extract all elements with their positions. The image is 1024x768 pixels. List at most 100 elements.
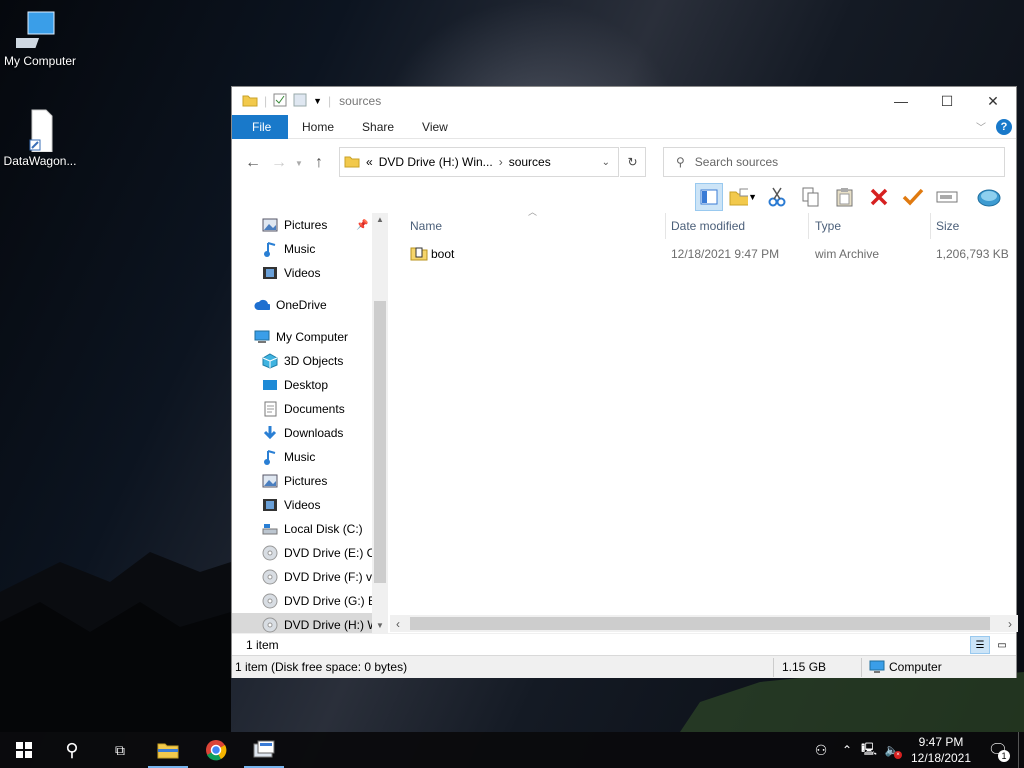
clock[interactable]: 9:47 PM 12/18/2021 bbox=[904, 734, 978, 766]
chevron-up-icon[interactable]: ⌃ bbox=[836, 743, 858, 757]
nav-item-my-computer[interactable]: My Computer bbox=[232, 325, 372, 349]
tab-share[interactable]: Share bbox=[348, 115, 408, 139]
tab-view[interactable]: View bbox=[408, 115, 462, 139]
task-view-icon: ⧉ bbox=[115, 741, 125, 758]
rename-icon[interactable] bbox=[933, 183, 961, 211]
nav-item-label: Pictures bbox=[284, 218, 328, 232]
pin-icon[interactable]: 📌 bbox=[356, 220, 368, 231]
forward-button[interactable]: → bbox=[266, 154, 292, 172]
column-header-size[interactable]: Size bbox=[930, 213, 1010, 239]
action-center-button[interactable]: 🗨 1 bbox=[978, 732, 1018, 768]
nav-item-local-disk-c[interactable]: Local Disk (C:) bbox=[232, 517, 372, 541]
volume-muted-icon[interactable]: 🔈 × bbox=[880, 743, 904, 759]
chevron-down-icon[interactable]: ﹀ bbox=[976, 119, 986, 134]
close-button[interactable]: ✕ bbox=[970, 87, 1016, 115]
nav-item-dvd-drive-g-ea[interactable]: DVD Drive (G:) Ea bbox=[232, 589, 372, 613]
taskbar: ⚲ ⧉ ⚇ ⌃ 🖳 🔈 × 9:47 PM 12/18/2021 🗨 1 bbox=[0, 732, 1024, 768]
system-tray: ⚇ ⌃ 🖳 🔈 × 9:47 PM 12/18/2021 🗨 1 bbox=[806, 732, 1024, 768]
delete-icon[interactable] bbox=[865, 183, 893, 211]
chevron-right-icon[interactable]: › bbox=[499, 155, 503, 169]
refresh-button[interactable]: ↻ bbox=[620, 147, 646, 177]
item-count-bar: 1 item ☰ ▭ bbox=[232, 633, 1016, 655]
horizontal-scrollbar-thumb[interactable] bbox=[410, 617, 990, 630]
scroll-down-icon[interactable]: ▼ bbox=[376, 621, 384, 630]
large-icons-view-button[interactable]: ▭ bbox=[992, 636, 1012, 654]
status-bar: 1 item (Disk free space: 0 bytes) 1.15 G… bbox=[232, 655, 1016, 678]
file-size: 1,206,793 KB bbox=[936, 247, 1009, 261]
help-icon[interactable]: ? bbox=[996, 118, 1012, 135]
divider bbox=[773, 658, 774, 677]
nav-item-3d-objects[interactable]: 3D Objects bbox=[232, 349, 372, 373]
nav-item-pictures[interactable]: Pictures 📌 bbox=[232, 213, 372, 237]
caption-buttons: — ☐ ✕ bbox=[878, 87, 1016, 115]
task-view-button[interactable]: ⧉ bbox=[96, 732, 144, 768]
file-explorer-taskbar-button[interactable] bbox=[144, 732, 192, 768]
nav-item-onedrive[interactable]: OneDrive bbox=[232, 293, 372, 317]
nav-item-dvd-drive-f-vi[interactable]: DVD Drive (F:) vi bbox=[232, 565, 372, 589]
scroll-right-icon[interactable]: › bbox=[1008, 617, 1012, 631]
desktop-icon-my-computer[interactable]: My Computer bbox=[0, 8, 80, 68]
nav-scrollbar-thumb[interactable] bbox=[374, 301, 386, 583]
nav-item-music[interactable]: Music bbox=[232, 237, 372, 261]
new-folder-icon[interactable] bbox=[293, 93, 307, 110]
breadcrumb-item[interactable]: sources bbox=[509, 155, 551, 169]
app-taskbar-button[interactable] bbox=[240, 732, 288, 768]
up-button[interactable]: ↑ bbox=[306, 154, 332, 172]
copy-icon[interactable] bbox=[797, 183, 825, 211]
nav-item-documents[interactable]: Documents bbox=[232, 397, 372, 421]
disk-icon bbox=[262, 521, 278, 537]
scroll-left-icon[interactable]: ‹ bbox=[396, 617, 400, 631]
nav-item-label: Documents bbox=[284, 402, 345, 416]
folder-options-button[interactable]: ▼ bbox=[729, 183, 757, 211]
ribbon-tabs: File Home Share View ﹀ ? bbox=[232, 114, 1016, 139]
show-desktop-button[interactable] bbox=[1018, 732, 1024, 768]
scroll-up-icon[interactable]: ▲ bbox=[376, 215, 384, 224]
properties-icon[interactable] bbox=[273, 93, 287, 110]
chrome-taskbar-button[interactable] bbox=[192, 732, 240, 768]
network-icon[interactable]: 🖳 bbox=[858, 740, 880, 761]
tab-file[interactable]: File bbox=[232, 114, 288, 139]
column-header-type[interactable]: Type bbox=[809, 213, 931, 239]
network-globe-icon[interactable] bbox=[975, 183, 1003, 211]
address-bar[interactable]: « DVD Drive (H:) Win... › sources ⌄ bbox=[339, 147, 619, 177]
preview-pane-button[interactable] bbox=[695, 183, 723, 211]
nav-item-desktop[interactable]: Desktop bbox=[232, 373, 372, 397]
customize-qat-icon[interactable]: ▼ bbox=[313, 96, 322, 106]
search-input[interactable]: ⚲ Search sources bbox=[663, 147, 1005, 177]
start-button[interactable] bbox=[0, 732, 48, 768]
title-bar[interactable]: | ▼ | sources — ☐ ✕ bbox=[232, 87, 1016, 115]
desktop-icon-datawagon[interactable]: DataWagon... bbox=[0, 108, 80, 168]
back-button[interactable]: ← bbox=[240, 154, 266, 172]
column-headers: Name Date modified Type Size bbox=[390, 213, 1016, 239]
chevron-down-icon[interactable]: ⌄ bbox=[602, 157, 610, 168]
nav-item-videos[interactable]: Videos bbox=[232, 261, 372, 285]
nav-item-pictures[interactable]: Pictures bbox=[232, 469, 372, 493]
file-row[interactable]: boot 12/18/2021 9:47 PM wim Archive 1,20… bbox=[390, 243, 1016, 265]
nav-item-downloads[interactable]: Downloads bbox=[232, 421, 372, 445]
tab-home[interactable]: Home bbox=[288, 115, 348, 139]
breadcrumb-item[interactable]: DVD Drive (H:) Win... bbox=[379, 155, 493, 169]
maximize-button[interactable]: ☐ bbox=[924, 87, 970, 115]
nav-item-dvd-drive-e-cc[interactable]: DVD Drive (E:) CC bbox=[232, 541, 372, 565]
horizontal-scrollbar[interactable]: ‹ › bbox=[390, 615, 1018, 632]
column-header-name[interactable]: Name bbox=[404, 213, 666, 239]
search-button[interactable]: ⚲ bbox=[48, 732, 96, 768]
breadcrumb-overflow[interactable]: « bbox=[366, 155, 373, 169]
nav-item-dvd-drive-h-w[interactable]: DVD Drive (H:) W bbox=[232, 613, 372, 633]
checkmark-icon[interactable] bbox=[899, 183, 927, 211]
cut-icon[interactable] bbox=[763, 183, 791, 211]
nav-item-music[interactable]: Music bbox=[232, 445, 372, 469]
pictures-icon bbox=[262, 217, 278, 233]
minimize-button[interactable]: — bbox=[878, 87, 924, 115]
nav-item-label: My Computer bbox=[276, 330, 349, 344]
quick-access-toolbar: | ▼ | bbox=[232, 93, 331, 110]
nav-item-label: DVD Drive (F:) vi bbox=[284, 570, 372, 584]
recent-locations-button[interactable]: ▼ bbox=[292, 159, 306, 168]
paste-icon[interactable] bbox=[831, 183, 859, 211]
nav-item-videos[interactable]: Videos bbox=[232, 493, 372, 517]
people-icon[interactable]: ⚇ bbox=[806, 742, 836, 759]
file-type: wim Archive bbox=[815, 247, 880, 261]
videos-icon bbox=[262, 497, 278, 513]
details-view-button[interactable]: ☰ bbox=[970, 636, 990, 654]
column-header-date-modified[interactable]: Date modified bbox=[665, 213, 809, 239]
